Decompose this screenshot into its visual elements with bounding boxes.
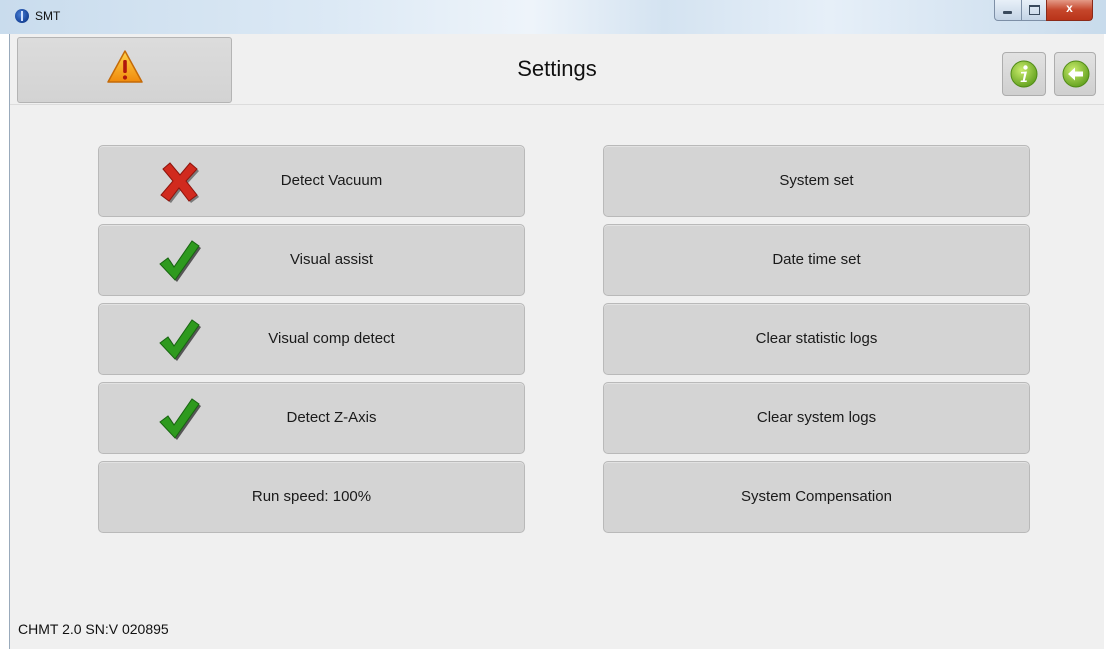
date-time-set-label: Date time set — [772, 251, 861, 268]
visual-assist-label: Visual assist — [289, 251, 374, 268]
clear-system-logs-label: Clear system logs — [756, 409, 877, 426]
system-set-button[interactable]: System set — [603, 145, 1030, 217]
back-button[interactable] — [1054, 52, 1096, 96]
detect-z-axis-label: Detect Z-Axis — [286, 409, 377, 426]
detect-z-axis-button[interactable]: Detect Z-Axis — [98, 382, 525, 454]
clear-statistic-logs-button[interactable]: Clear statistic logs — [603, 303, 1030, 375]
minimize-button[interactable] — [994, 0, 1022, 21]
close-icon: x — [1066, 1, 1073, 15]
info-icon — [1010, 60, 1038, 88]
window-title: SMT — [35, 9, 61, 23]
run-speed-label: Run speed: 100% — [251, 488, 372, 505]
version-serial-text: CHMT 2.0 SN:V 020895 — [18, 621, 169, 637]
clear-statistic-logs-label: Clear statistic logs — [755, 330, 878, 347]
system-compensation-label: System Compensation — [741, 488, 892, 505]
run-speed-button[interactable]: Run speed: 100% — [98, 461, 525, 533]
date-time-set-button[interactable]: Date time set — [603, 224, 1030, 296]
visual-comp-detect-button[interactable]: Visual comp detect — [98, 303, 525, 375]
page-title: Settings — [517, 56, 597, 81]
info-button[interactable] — [1002, 52, 1046, 96]
minimize-icon — [1003, 11, 1012, 14]
detect-vacuum-label: Detect Vacuum — [280, 172, 383, 189]
window-titlebar[interactable]: SMT x — [0, 0, 1106, 34]
app-icon — [15, 9, 29, 23]
back-arrow-icon — [1062, 60, 1090, 88]
settings-panel: Settings Detect Vacuum Visual assist Vis… — [9, 34, 1104, 649]
system-compensation-button[interactable]: System Compensation — [603, 461, 1030, 533]
system-set-label: System set — [779, 172, 854, 189]
visual-assist-button[interactable]: Visual assist — [98, 224, 525, 296]
maximize-button[interactable] — [1021, 0, 1047, 21]
close-button[interactable]: x — [1046, 0, 1093, 21]
visual-comp-detect-label: Visual comp detect — [268, 330, 395, 347]
clear-system-logs-button[interactable]: Clear system logs — [603, 382, 1030, 454]
maximize-icon — [1029, 5, 1040, 15]
detect-vacuum-button[interactable]: Detect Vacuum — [98, 145, 525, 217]
header-divider — [10, 104, 1104, 105]
